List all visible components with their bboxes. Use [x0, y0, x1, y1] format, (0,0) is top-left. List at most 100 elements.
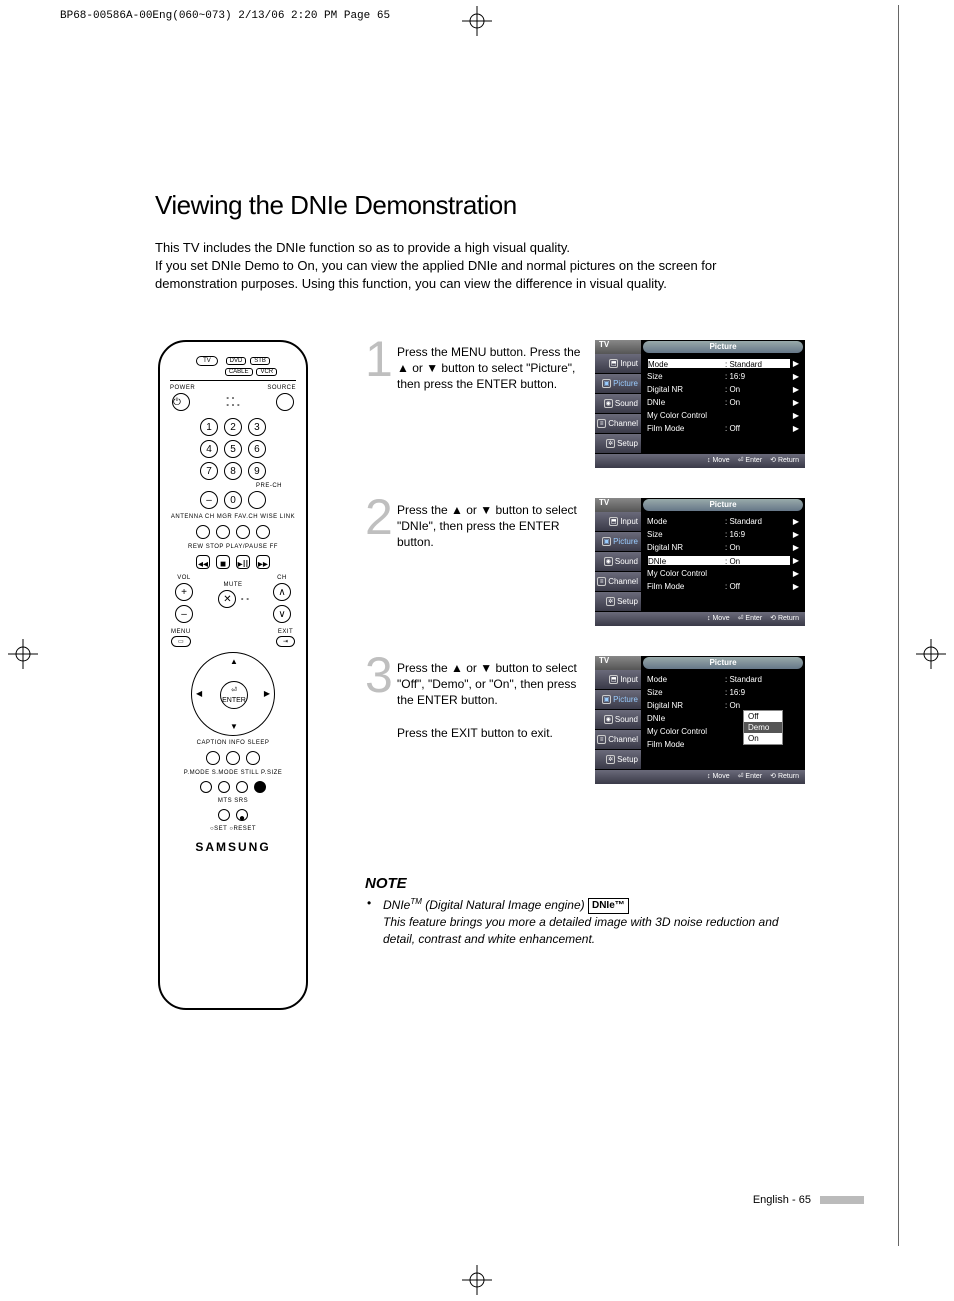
remote-src-dvd: DVD [226, 357, 247, 365]
picture-icon: ▣ [602, 379, 611, 388]
step-2: 2 Press the ▲ or ▼ button to select "DNI… [365, 498, 805, 628]
osd-footer-return: ⟲ Return [770, 770, 799, 784]
page-title: Viewing the DNIe Demonstration [155, 190, 855, 221]
remote-ch-up: ∧ [273, 583, 291, 601]
step-number: 3 [365, 646, 393, 704]
chevron-right-icon: ▶ [791, 556, 799, 565]
crop-mark-bottom [462, 1265, 492, 1295]
osd-row-dnie: DNIe: On▶ [647, 396, 799, 409]
remote-src-cable: CABLE [225, 368, 253, 376]
dpad-up-icon: ▲ [230, 657, 238, 666]
remote-mts-btn [218, 809, 230, 821]
chevron-right-icon: ▶ [791, 411, 799, 420]
step-number: 1 [365, 330, 393, 388]
remote-srs-btn: ● [236, 809, 248, 821]
remote-vol-down: – [175, 605, 193, 623]
remote-enter-label: ENTER [222, 697, 246, 704]
chevron-right-icon: ▶ [791, 543, 799, 552]
remote-small-btn [196, 525, 210, 539]
osd-tv-label: TV [595, 340, 641, 354]
osd-row-size: Size: 16:9 [647, 686, 799, 699]
osd-footer-return: ⟲ Return [770, 454, 799, 468]
crop-mark-top [462, 6, 492, 36]
sound-icon: ◉ [604, 399, 613, 408]
remote-prech-btn [248, 491, 266, 509]
osd-tab-setup: ✲Setup [595, 750, 641, 770]
chevron-right-icon: ▶ [791, 424, 799, 433]
remote-ff: ▸▸ [256, 555, 270, 569]
input-icon: ⬒ [609, 517, 618, 526]
remote-dash: – [200, 491, 218, 509]
remote-row-pmode: P.MODE S.MODE STILL P.SIZE [170, 770, 296, 776]
note-line2: This feature brings you more a detailed … [383, 915, 779, 946]
remote-num-0: 0 [224, 491, 242, 509]
osd-row-size: Size: 16:9▶ [647, 370, 799, 383]
osd-footer-enter: ⏎ Enter [738, 770, 763, 784]
remote-mute-btn: ✕ [218, 590, 236, 608]
osd-tab-setup: ✲Setup [595, 592, 641, 612]
osd-row-size: Size: 16:9▶ [647, 528, 799, 541]
remote-num-2: 2 [224, 418, 242, 436]
remote-caption-btn [206, 751, 220, 765]
osd-footer-move: ↕ Move [707, 612, 730, 626]
step-text: Press the ▲ or ▼ button to select "DNIe"… [397, 502, 582, 551]
osd-tab-sound: ◉Sound [595, 552, 641, 572]
remote-vol-label: VOL [177, 575, 191, 581]
osd-footer-enter: ⏎ Enter [738, 454, 763, 468]
remote-stop: ■ [216, 555, 230, 569]
page-bar [820, 1196, 864, 1204]
chevron-right-icon: ▶ [791, 385, 799, 394]
remote-color-btn [236, 781, 248, 793]
remote-prech-label: PRE-CH [256, 483, 282, 489]
remote-row-caption: CAPTION INFO SLEEP [170, 740, 296, 746]
chevron-right-icon: ▶ [791, 359, 799, 368]
remote-exit-label: EXIT [278, 629, 293, 635]
note-heading: NOTE [365, 875, 805, 892]
osd-footer-move: ↕ Move [707, 454, 730, 468]
osd-row-mode: Mode: Standard [647, 673, 799, 686]
chevron-right-icon: ▶ [791, 569, 799, 578]
print-header: BP68-00586A-00Eng(060~073) 2/13/06 2:20 … [60, 10, 390, 22]
chevron-right-icon: ▶ [791, 517, 799, 526]
osd-row-mycolor: My Color Control▶ [647, 567, 799, 580]
osd-row-dnie: DNIe: On▶ [647, 554, 799, 567]
osd-tab-picture: ▣Picture [595, 374, 641, 394]
osd-row-filmmode: Film Mode: Off▶ [647, 422, 799, 435]
setup-icon: ✲ [606, 439, 615, 448]
remote-row-transport: REW STOP PLAY/PAUSE FF [170, 544, 296, 550]
remote-dpad: ▲ ▼ ◀ ▶ ⏎ ENTER [191, 652, 275, 736]
remote-num-7: 7 [200, 462, 218, 480]
remote-num-1: 1 [200, 418, 218, 436]
setup-icon: ✲ [606, 755, 615, 764]
osd-footer-move: ↕ Move [707, 770, 730, 784]
intro-line-2: If you set DNIe Demo to On, you can view… [155, 258, 716, 291]
remote-row-antenna: ANTENNA CH MGR FAV.CH WISE LINK [170, 514, 296, 520]
remote-brand: SAMSUNG [160, 840, 306, 854]
remote-src-stb: STB [250, 357, 270, 365]
osd-title: Picture [643, 657, 803, 669]
sound-icon: ◉ [604, 715, 613, 724]
step-text: Press the ▲ or ▼ button to select "Off",… [397, 660, 582, 741]
osd-row-filmmode: Film Mode: Off▶ [647, 580, 799, 593]
step-number: 2 [365, 488, 393, 546]
osd-screenshot-1: TV Picture ⬒Input ▣Picture ◉Sound ≡Chann… [595, 340, 805, 468]
remote-power-label: POWER [170, 385, 195, 391]
osd-row-digitalnr: Digital NR: On▶ [647, 383, 799, 396]
tm-mark: TM [410, 897, 422, 906]
channel-icon: ≡ [597, 735, 606, 744]
osd-row-mode: Mode: Standard▶ [647, 357, 799, 370]
remote-rew: ◂◂ [196, 555, 210, 569]
dnie-badge: DNIe™ [588, 898, 629, 914]
osd-screenshot-2: TV Picture ⬒Input ▣Picture ◉Sound ≡Chann… [595, 498, 805, 626]
note-dnie: DNIe [383, 898, 410, 912]
osd-popup-off: Off [744, 711, 782, 722]
remote-src-vcr: VCR [256, 368, 277, 376]
remote-small-btn [216, 525, 230, 539]
osd-footer-enter: ⏎ Enter [738, 612, 763, 626]
osd-tab-picture: ▣Picture [595, 690, 641, 710]
osd-row-mode: Mode: Standard▶ [647, 515, 799, 528]
osd-title: Picture [643, 341, 803, 353]
remote-illustration: TV DVD STB CABLE VCR POWER SOURCE ⏻ ∘ ∘∘… [158, 340, 308, 1010]
dpad-left-icon: ◀ [196, 689, 202, 698]
remote-menu-btn: ▭ [171, 636, 191, 647]
